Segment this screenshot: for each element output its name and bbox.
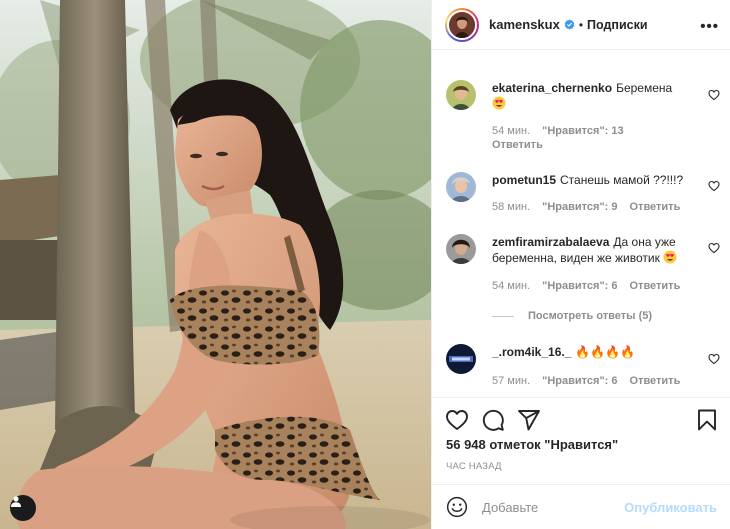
commenter-avatar-image [446,234,476,264]
comments-list: ekaterina_chernenko Беремена 54 мин. "Нрав… [432,51,730,396]
post-header: kamenskux • Подписки ••• [432,0,730,50]
post-timestamp[interactable]: ЧАС НАЗАД [446,461,502,472]
share-icon[interactable] [517,408,541,432]
heart-eyes-emoji-icon [663,250,677,264]
more-options-button[interactable]: ••• [700,18,719,35]
comment-body: _.rom4ik_16._ 🔥🔥🔥🔥 [492,344,698,360]
beach-photo-illustration [0,0,431,529]
heart-eyes-emoji-icon [492,96,506,110]
comment-time: 57 мин. [492,375,531,387]
comment-text: Станешь мамой ??!!!? [560,173,684,187]
comment-body: ekaterina_chernenko Беремена [492,80,698,112]
reply-button[interactable]: Ответить [630,201,681,213]
reply-button[interactable]: Ответить [630,375,681,387]
add-comment-bar: Опубликовать [432,484,730,529]
verified-badge-icon [564,19,575,30]
comment-meta: 58 мин. "Нравится": 9 Ответить [492,200,692,214]
comment-username[interactable]: ekaterina_chernenko [492,81,612,95]
commenter-avatar[interactable] [446,344,476,374]
comment-meta: 54 мин. "Нравится": 13 Ответить [492,124,636,152]
bookmark-icon[interactable] [695,408,719,432]
like-comment-heart-icon[interactable] [708,89,720,101]
publish-button[interactable]: Опубликовать [624,500,717,515]
comment-meta: 54 мин. "Нравится": 6 Ответить [492,279,692,293]
comment-likes[interactable]: "Нравится": 9 [542,201,617,213]
commenter-avatar[interactable] [446,234,476,264]
tagged-users-button[interactable] [10,495,36,521]
instagram-post: kamenskux • Подписки ••• ekaterina_chern… [0,0,730,529]
like-comment-heart-icon[interactable] [708,353,720,365]
author-avatar[interactable] [445,7,479,42]
comment-likes[interactable]: "Нравится": 6 [542,375,617,387]
comment-meta: 57 мин. "Нравится": 6 Ответить [492,374,692,388]
post-side-panel: kamenskux • Подписки ••• ekaterina_chern… [431,0,730,529]
comment-time: 58 мин. [492,201,531,213]
commenter-avatar[interactable] [446,80,476,110]
like-comment-heart-icon[interactable] [708,242,720,254]
comment-body: pometun15 Станешь мамой ??!!!? [492,172,698,188]
commenter-avatar-image [446,80,476,110]
comment-icon[interactable] [481,408,505,432]
comment-text: 🔥🔥🔥🔥 [575,345,636,359]
like-heart-icon[interactable] [445,408,469,432]
comment-time: 54 мин. [492,280,531,292]
comment-time: 54 мин. [492,125,531,137]
comment-body: zemfiramirzabalaeva Да она уже беременна,… [492,234,698,266]
commenter-avatar[interactable] [446,172,476,202]
comment-likes[interactable]: "Нравится": 13 [542,125,623,137]
comment-likes[interactable]: "Нравится": 6 [542,280,617,292]
view-replies-button[interactable]: Посмотреть ответы (5) [492,310,652,322]
comment-input[interactable] [482,499,632,515]
header-separator: • [578,17,584,32]
comment-text: Беремена [616,81,673,95]
view-replies-label: Посмотреть ответы (5) [528,310,653,322]
author-avatar-image [449,11,475,38]
post-photo[interactable] [0,0,431,529]
author-username[interactable]: kamenskux [489,17,560,32]
comment-username[interactable]: pometun15 [492,173,556,187]
commenter-avatar-image [446,344,476,374]
reply-button[interactable]: Ответить [630,280,681,292]
smiley-icon[interactable] [446,496,468,518]
replies-divider [492,315,514,317]
reply-button[interactable]: Ответить [492,139,543,151]
post-actions-bar [432,397,730,437]
like-comment-heart-icon[interactable] [708,180,720,192]
comment-username[interactable]: zemfiramirzabalaeva [492,235,609,249]
commenter-avatar-image [446,172,476,202]
user-tag-icon [11,496,21,507]
comment-username[interactable]: _.rom4ik_16._ [492,345,571,359]
likes-count[interactable]: 56 948 отметок "Нравится" [446,437,618,452]
following-button[interactable]: Подписки [587,18,648,32]
